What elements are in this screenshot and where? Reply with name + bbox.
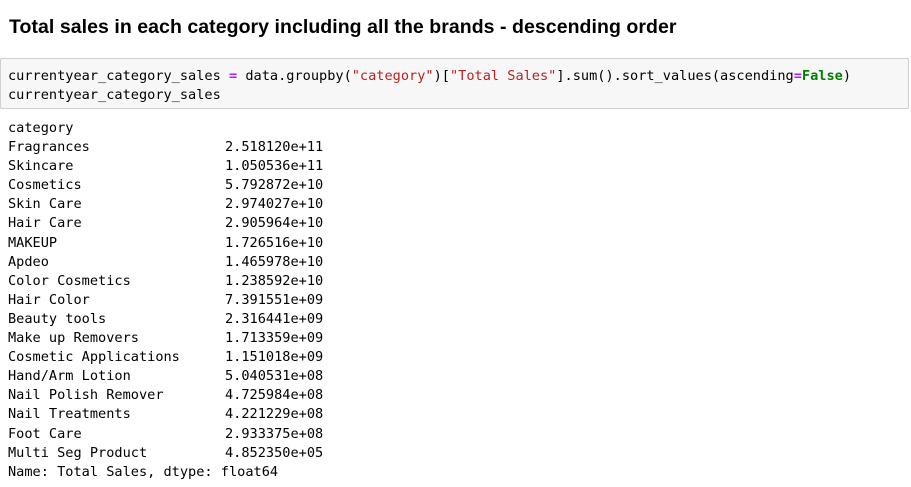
output-series-rows: Fragrances 2.518120e+11 Skincare 1.050536e+… bbox=[8, 138, 608, 463]
code-line-2: currentyear_category_sales bbox=[8, 87, 221, 103]
category-label: Color Cosmetics bbox=[8, 272, 131, 289]
code-input-cell[interactable]: currentyear_category_sales = data.groupb… bbox=[0, 58, 909, 109]
code-line-1: currentyear_category_sales = data.groupb… bbox=[8, 67, 851, 86]
output-series-row: Color Cosmetics 1.238592e+10 bbox=[8, 272, 608, 291]
output-series-row: Foot Care 2.933375e+08 bbox=[8, 425, 608, 444]
category-label: Cosmetic Applications bbox=[8, 349, 180, 366]
output-series-row: Beauty tools 2.316441e+09 bbox=[8, 310, 608, 329]
output-series-row: Fragrances 2.518120e+11 bbox=[8, 138, 608, 157]
code-call-groupby: data.groupby( bbox=[237, 68, 352, 84]
total-sales-value: 1.151018e+09 bbox=[225, 349, 324, 366]
code-call-sort: ].sum().sort_values(ascending bbox=[556, 68, 794, 84]
output-footer: Name: Total Sales, dtype: float64 bbox=[8, 463, 279, 480]
output-series-row: Make up Removers 1.713359e+09 bbox=[8, 329, 608, 348]
category-label: Make up Removers bbox=[8, 330, 139, 347]
category-label: MAKEUP bbox=[8, 234, 58, 251]
markdown-heading: Total sales in each category including a… bbox=[9, 16, 677, 38]
output-series-row: Multi Seg Product 4.852350e+05 bbox=[8, 444, 608, 463]
total-sales-value: 4.221229e+08 bbox=[225, 406, 324, 423]
output-index-name: category bbox=[8, 120, 74, 136]
category-label: Apdeo bbox=[8, 253, 49, 270]
output-series-row: Hand/Arm Lotion 5.040531e+08 bbox=[8, 367, 608, 386]
output-series-row: Skincare 1.050536e+11 bbox=[8, 157, 608, 176]
output-series-row: Hair Care 2.905964e+10 bbox=[8, 214, 608, 233]
category-label: Cosmetics bbox=[8, 177, 82, 194]
category-label: Skin Care bbox=[8, 196, 82, 213]
total-sales-value: 5.792872e+10 bbox=[225, 177, 324, 194]
total-sales-value: 5.040531e+08 bbox=[225, 368, 324, 385]
output-series-row: MAKEUP 1.726516e+10 bbox=[8, 234, 608, 253]
category-label: Hair Care bbox=[8, 215, 82, 232]
code-assign-operator: = bbox=[228, 68, 238, 84]
category-label: Skincare bbox=[8, 158, 74, 175]
total-sales-value: 1.465978e+10 bbox=[225, 253, 324, 270]
output-series-row: Skin Care 2.974027e+10 bbox=[8, 195, 608, 214]
total-sales-value: 2.974027e+10 bbox=[225, 196, 324, 213]
category-label: Multi Seg Product bbox=[8, 444, 148, 461]
total-sales-value: 2.316441e+09 bbox=[225, 310, 324, 327]
code-bracket: )[ bbox=[433, 68, 450, 84]
total-sales-value: 2.933375e+08 bbox=[225, 425, 324, 442]
category-label: Nail Polish Remover bbox=[8, 387, 164, 404]
total-sales-value: 4.852350e+05 bbox=[225, 444, 324, 461]
code-variable: currentyear_category_sales bbox=[8, 68, 229, 84]
category-label: Fragrances bbox=[8, 139, 90, 156]
output-series-row: Hair Color 7.391551e+09 bbox=[8, 291, 608, 310]
code-keyword-false: False bbox=[801, 68, 843, 84]
total-sales-value: 1.050536e+11 bbox=[225, 158, 324, 175]
category-label: Hair Color bbox=[8, 291, 90, 308]
category-label: Foot Care bbox=[8, 425, 82, 442]
code-string-category: "category" bbox=[351, 68, 434, 84]
total-sales-value: 1.238592e+10 bbox=[225, 272, 324, 289]
output-series-row: Nail Polish Remover 4.725984e+08 bbox=[8, 386, 608, 405]
total-sales-value: 4.725984e+08 bbox=[225, 387, 324, 404]
total-sales-value: 7.391551e+09 bbox=[225, 291, 324, 308]
cell-output: category Fragrances 2.518120e+11 Skincare 1… bbox=[8, 119, 608, 482]
output-series-row: Cosmetic Applications 1.151018e+09 bbox=[8, 348, 608, 367]
code-close-paren: ) bbox=[842, 68, 852, 84]
total-sales-value: 1.726516e+10 bbox=[225, 234, 324, 251]
code-string-total-sales: "Total Sales" bbox=[449, 68, 557, 84]
category-label: Nail Treatments bbox=[8, 406, 131, 423]
total-sales-value: 2.518120e+11 bbox=[225, 139, 324, 156]
output-series-row: Cosmetics 5.792872e+10 bbox=[8, 176, 608, 195]
total-sales-value: 2.905964e+10 bbox=[225, 215, 324, 232]
category-label: Hand/Arm Lotion bbox=[8, 368, 131, 385]
total-sales-value: 1.713359e+09 bbox=[225, 330, 324, 347]
category-label: Beauty tools bbox=[8, 310, 107, 327]
output-series-row: Apdeo 1.465978e+10 bbox=[8, 253, 608, 272]
code-kwarg-operator: = bbox=[793, 68, 802, 84]
output-series-row: Nail Treatments 4.221229e+08 bbox=[8, 405, 608, 424]
